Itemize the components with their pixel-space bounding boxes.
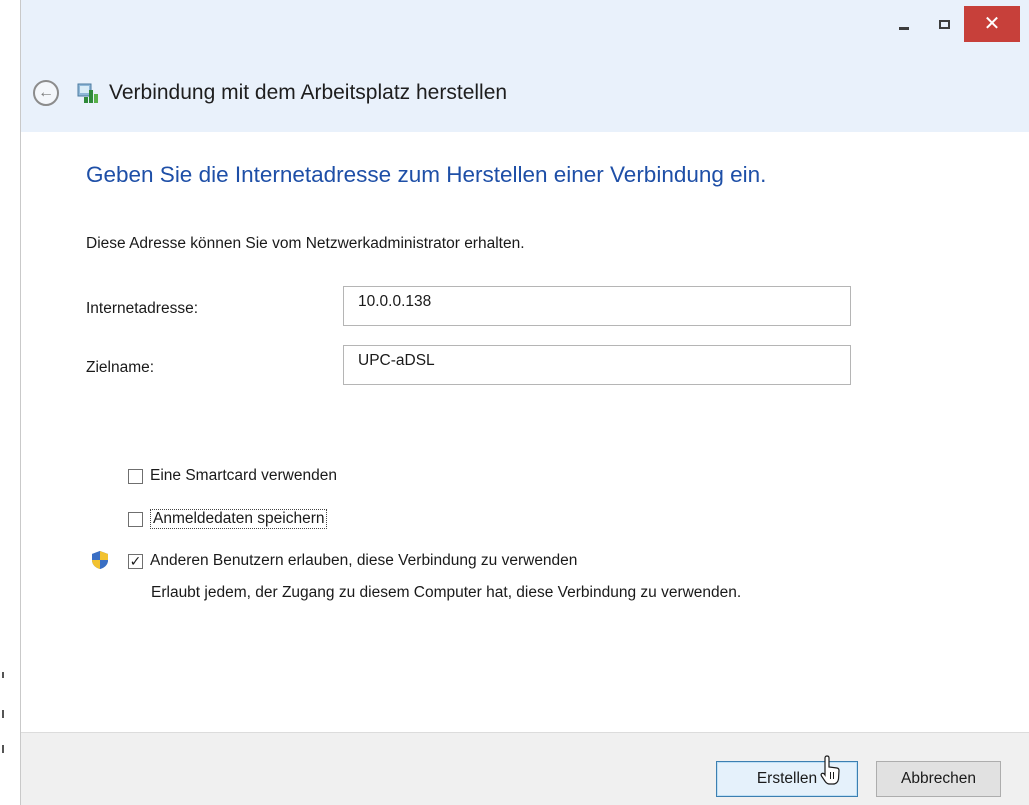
button-bar: Erstellen Abbrechen	[21, 732, 1029, 805]
minimize-button[interactable]	[884, 6, 924, 42]
save-credentials-option[interactable]: Anmeldedaten speichern	[128, 509, 328, 529]
back-arrow-icon: ←	[38, 84, 54, 101]
back-button[interactable]: ←	[33, 80, 59, 106]
uac-shield-icon-graphic	[92, 551, 108, 569]
instruction-text: Diese Adresse können Sie vom Netzwerkadm…	[86, 235, 525, 252]
save-credentials-checkbox[interactable]	[128, 511, 143, 527]
desktop-edge-mark	[2, 745, 4, 753]
wizard-window: ✕ ← Verbindung mit dem Arbeitsplatz hers…	[20, 0, 1029, 805]
close-icon: ✕	[983, 13, 1001, 35]
cancel-button[interactable]: Abbrechen	[876, 761, 1001, 797]
internet-address-label: Internetadresse:	[86, 300, 199, 317]
wizard-title: Verbindung mit dem Arbeitsplatz herstell…	[109, 81, 508, 104]
allow-others-checkbox[interactable]: ✓	[128, 553, 143, 569]
allow-others-label: Anderen Benutzern erlauben, diese Verbin…	[150, 552, 578, 569]
desktop-edge-mark	[2, 710, 4, 718]
destination-name-label: Zielname:	[86, 359, 155, 376]
maximize-icon	[938, 19, 950, 29]
close-button[interactable]: ✕	[964, 6, 1020, 42]
maximize-button[interactable]	[924, 6, 964, 42]
internet-address-input[interactable]	[343, 286, 851, 326]
network-workplace-icon-graphic	[77, 83, 98, 103]
network-workplace-icon	[75, 81, 101, 105]
smartcard-option[interactable]: Eine Smartcard verwenden	[128, 467, 337, 485]
allow-others-option[interactable]: ✓ Anderen Benutzern erlauben, diese Verb…	[128, 552, 577, 570]
mouse-cursor-icon	[820, 755, 842, 789]
desktop-edge	[0, 0, 20, 805]
caption-buttons: ✕	[884, 6, 1020, 42]
destination-name-input[interactable]	[343, 345, 851, 385]
save-credentials-label: Anmeldedaten speichern	[150, 509, 328, 529]
wizard-nav: ← Verbindung mit dem Arbeitsplatz herste…	[33, 78, 507, 108]
mouse-cursor-graphic	[820, 755, 840, 785]
desktop-edge-mark	[2, 672, 4, 678]
smartcard-checkbox[interactable]	[128, 468, 143, 484]
checkmark-icon: ✓	[129, 553, 142, 569]
uac-shield-icon	[91, 550, 109, 570]
allow-others-description: Erlaubt jedem, der Zugang zu diesem Comp…	[151, 584, 742, 601]
page-heading: Geben Sie die Internetadresse zum Herste…	[86, 162, 767, 187]
minimize-icon	[899, 26, 909, 30]
title-bar: ✕ ← Verbindung mit dem Arbeitsplatz hers…	[21, 0, 1029, 132]
wizard-content: Geben Sie die Internetadresse zum Herste…	[21, 132, 1029, 733]
smartcard-label: Eine Smartcard verwenden	[150, 467, 337, 484]
